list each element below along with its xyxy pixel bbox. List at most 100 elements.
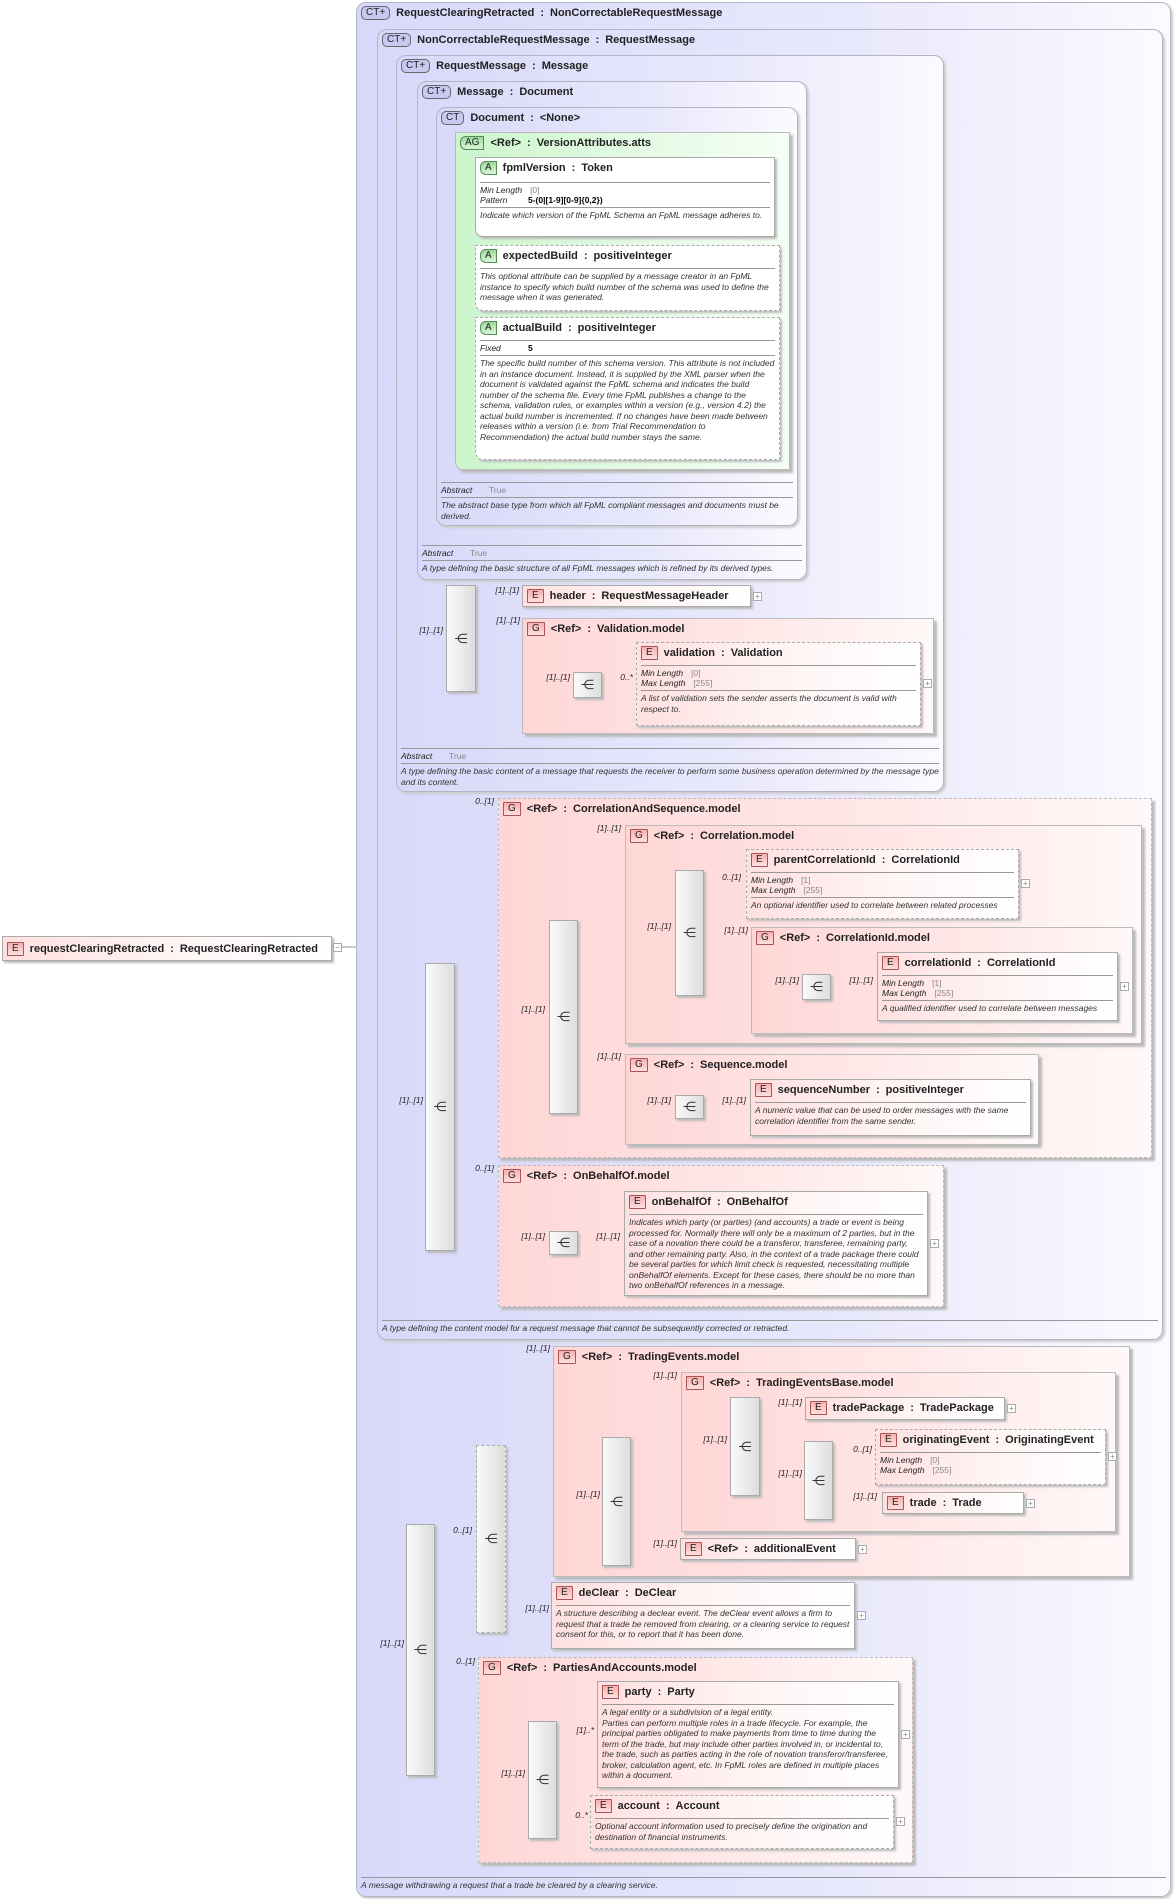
badge-g-icon: G [527,622,545,636]
badge-e-icon: E [751,853,768,867]
expand-button[interactable]: + [901,1729,910,1739]
badge-e-icon: E [527,589,544,603]
divider [751,872,1014,873]
facet-label: Abstract [401,751,433,761]
facet-value: [0] [930,1455,940,1465]
element-validation-validation[interactable]: Evalidation: Validation Min Length [0] Max L… [636,642,921,726]
node-name: <Ref> [653,1059,685,1071]
node-header: G <Ref>: CorrelationAndSequence.model [503,802,741,816]
attribute-positiveinteger-expectedbuild[interactable]: AexpectedBuild: positiveInteger This optio… [475,245,780,311]
badge-ct-icon: CT [441,111,465,125]
node-header: AfpmlVersion: Token [480,161,613,175]
badge-e-icon: E [755,1083,772,1097]
expand-button[interactable]: + [1120,981,1129,991]
node-description: A type defining the basic structure of a… [422,562,774,573]
node-type: Correlation.model [700,830,795,842]
type-separator: : [563,1170,568,1182]
element-onbehalfof-onbehalfof[interactable]: EonBehalfOf: OnBehalfOf Indicates which pa… [624,1191,928,1296]
node-header: G <Ref>: CorrelationId.model [756,931,930,945]
element-requestmessageheader-header[interactable]: Eheader: RequestMessageHeader [522,585,751,607]
expand-button[interactable]: + [923,679,932,688]
cardinality-label: [1]..[1] [653,1370,677,1380]
facet-value: True [449,751,467,761]
divider [641,665,916,666]
cardinality-label: [1]..[1] [419,625,443,635]
divider [880,1452,1101,1453]
node-type: Validation.model [597,623,685,635]
element-account-account[interactable]: Eaccount: Account Optional account informa… [590,1795,894,1849]
node-details: A numeric value that can be used to orde… [755,1100,1026,1126]
expand-button[interactable]: + [1007,1404,1016,1413]
attribute-positiveinteger-actualbuild[interactable]: AactualBuild: positiveInteger Fixed 5 The sp… [475,317,780,460]
expand-button[interactable]: + [858,1545,867,1554]
expand-button[interactable]: + [896,1817,905,1826]
attribute-token-fpmlversion[interactable]: AfpmlVersion: Token Min Length [0] Pattern 5-… [475,157,775,237]
cardinality-label: 0..[1] [456,1656,475,1666]
node-name: party [624,1686,652,1698]
node-name: expectedBuild [502,250,578,262]
divider [595,1818,889,1819]
element-positiveinteger-sequencenumber[interactable]: EsequenceNumber: positiveInteger A numeric… [750,1079,1031,1136]
node-header: EcorrelationId: CorrelationId [882,956,1055,970]
type-separator: : [721,647,725,659]
cardinality-label: 0..[1] [853,1444,872,1454]
node-type: CorrelationAndSequence.model [573,803,741,815]
element-correlationid-parentcorrelationid[interactable]: EparentCorrelationId: CorrelationId Min Le… [746,849,1019,919]
facet-row: Fixed 5 [480,343,775,353]
expand-button[interactable]: + [1021,879,1030,888]
node-type: Validation [730,647,783,659]
type-separator: : [571,162,576,174]
sequence-compositor: ⋲ [573,672,602,698]
element-correlationid-correlationid[interactable]: EcorrelationId: CorrelationId Min Length [1… [877,952,1118,1021]
badge-e-icon: E [810,1401,827,1415]
badge-e-icon: E [887,1496,904,1510]
node-description: Indicates which party (or parties) (and … [629,1217,919,1290]
facet-value: [255] [932,1465,952,1475]
collapse-button[interactable]: − [333,943,342,952]
expand-button[interactable]: + [1108,1452,1117,1461]
expand-button[interactable]: + [1026,1499,1035,1508]
type-separator: : [995,1434,1000,1446]
cardinality-label: 0..[1] [475,1163,494,1173]
expand-button[interactable]: + [753,592,762,601]
node-name: <Ref> [526,1170,558,1182]
cardinality-label: [1]..[1] [703,1434,727,1444]
element-tradepackage-tradepackage[interactable]: EtradePackage: TradePackage [805,1397,1005,1420]
sequence-compositor: ⋲ [675,1095,704,1119]
node-name: originatingEvent [902,1434,990,1446]
expand-button[interactable]: + [930,1238,939,1248]
element-originatingevent-originatingevent[interactable]: EoriginatingEvent: OriginatingEvent Min Le… [875,1429,1106,1485]
node-header: G <Ref>: OnBehalfOf.model [503,1169,670,1183]
node-header: Etrade: Trade [887,1496,982,1510]
divider [480,355,775,356]
node-name: <Ref> [506,1662,538,1674]
element-declear-declear[interactable]: EdeClear: DeClear A structure describing a… [551,1582,855,1649]
type-separator: : [563,803,568,815]
node-header: G <Ref>: TradingEvents.model [558,1350,739,1364]
expand-button[interactable]: + [857,1610,866,1620]
badge-g-icon: G [558,1350,576,1364]
facet-row: Abstract True [401,751,939,761]
facet-value: 5-(0|[1-9][0-9]{0,2}) [528,195,603,205]
element-additionalevent-ref-[interactable]: E <Ref>: additionalEvent [680,1538,856,1560]
facet-row: Min Length [1] [751,875,1014,885]
facet-row: Abstract True [441,485,793,495]
type-separator: : [816,932,821,944]
badge-e-icon: E [629,1195,646,1209]
facet-value: [255] [934,988,954,998]
node-name: correlationId [904,957,972,969]
element-trade-trade[interactable]: Etrade: Trade [882,1492,1024,1514]
facet-label: Fixed [480,343,501,353]
cardinality-label: [1]..[1] [576,1489,600,1499]
element-requestClearingRetracted[interactable]: ErequestClearingRetracted: RequestClearin… [2,936,332,961]
type-separator: : [527,137,531,149]
cardinality-label: [1]..[1] [849,975,873,985]
node-header: CT+ NonCorrectableRequestMessage: RequestM… [382,33,695,47]
type-separator: : [587,623,592,635]
divider [422,559,802,561]
type-separator: : [543,1662,548,1674]
element-party-party[interactable]: Eparty: Party A legal entity or a subdivis… [597,1681,899,1788]
facet-row: Min Length [0] [641,668,916,678]
type-separator: : [567,322,572,334]
node-name: <Ref> [581,1351,613,1363]
